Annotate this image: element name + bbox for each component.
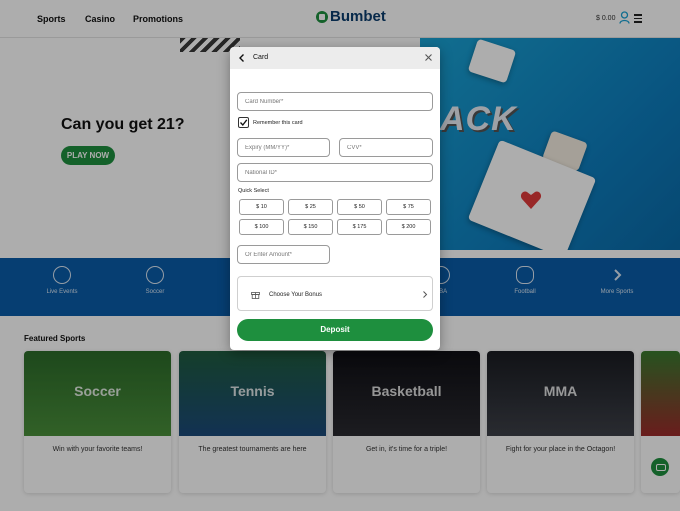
deposit-button[interactable]: Deposit <box>237 319 433 341</box>
national-id-input[interactable] <box>237 163 433 182</box>
quick-amount-button[interactable]: $ 150 <box>288 219 333 235</box>
quick-amount-button[interactable]: $ 10 <box>239 199 284 215</box>
modal-header: Card <box>230 47 440 69</box>
quick-amount-button[interactable]: $ 50 <box>337 199 382 215</box>
quick-amount-button[interactable]: $ 200 <box>386 219 431 235</box>
cvv-input[interactable] <box>339 138 433 157</box>
card-deposit-modal: Card Remember this card Quick Select $ 1… <box>230 47 440 350</box>
expiry-input[interactable] <box>237 138 330 157</box>
checkmark-icon <box>240 119 248 127</box>
back-arrow-icon[interactable] <box>238 53 246 63</box>
quick-amount-button[interactable]: $ 25 <box>288 199 333 215</box>
close-icon[interactable] <box>424 53 433 62</box>
card-number-input[interactable] <box>237 92 433 111</box>
gift-icon <box>251 292 260 299</box>
modal-title: Card <box>253 54 269 61</box>
chevron-right-icon <box>423 291 428 298</box>
choose-bonus-row[interactable]: Choose Your Bonus <box>237 276 433 311</box>
choose-bonus-label: Choose Your Bonus <box>269 292 323 298</box>
quick-select-label: Quick Select <box>238 188 269 194</box>
remember-card-label: Remember this card <box>253 120 303 126</box>
quick-amount-button[interactable]: $ 75 <box>386 199 431 215</box>
other-amount-input[interactable] <box>237 245 330 264</box>
quick-amount-button[interactable]: $ 100 <box>239 219 284 235</box>
quick-amount-button[interactable]: $ 175 <box>337 219 382 235</box>
remember-card-checkbox[interactable] <box>238 117 249 128</box>
